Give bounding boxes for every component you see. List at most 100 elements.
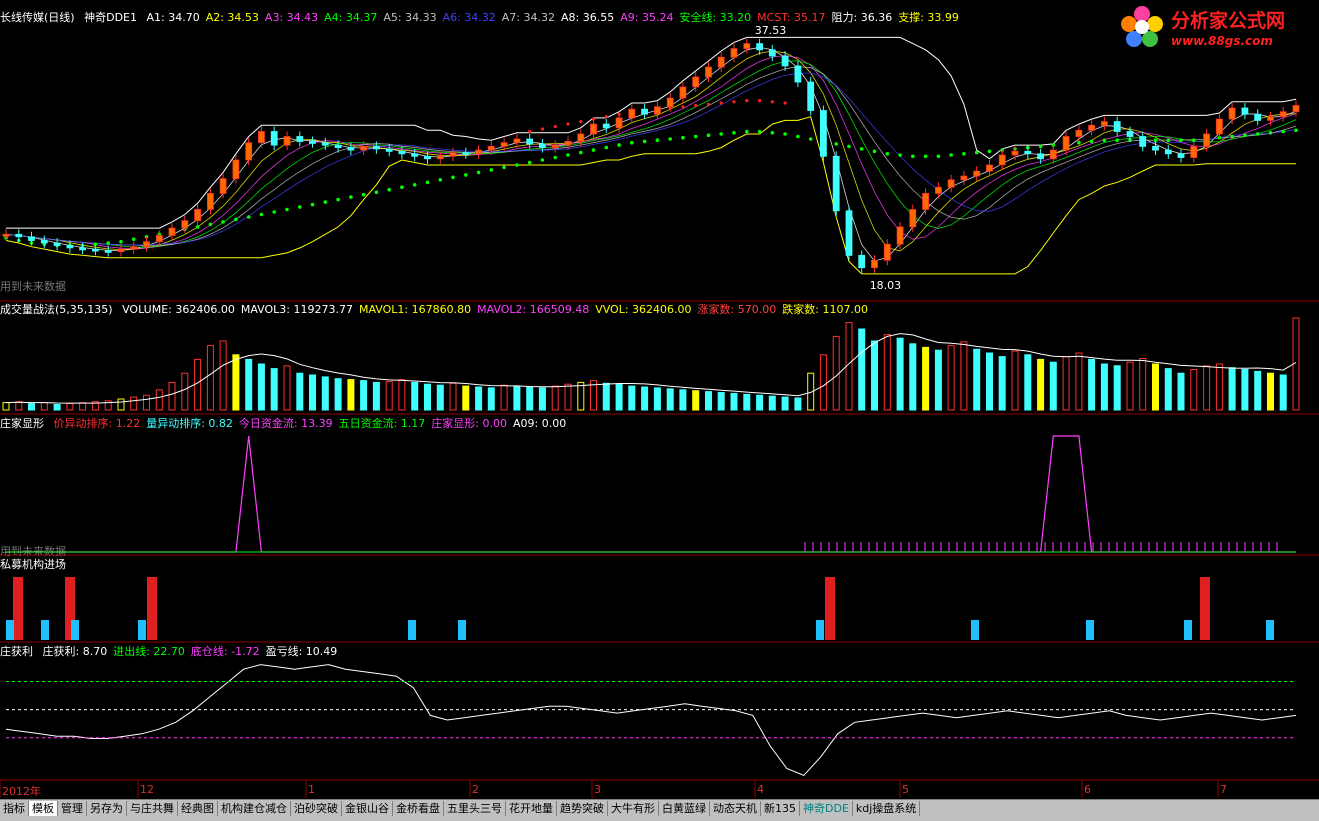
tab-6[interactable]: 机构建仓减仓: [218, 801, 291, 816]
candle-body: [743, 43, 751, 49]
safe-line-dot: [1268, 131, 1273, 135]
volume-bar: [334, 378, 342, 411]
volume-bar: [973, 348, 981, 411]
tab-1[interactable]: 模板: [29, 801, 58, 816]
template-tab-bar: 指标 模板 管理 另存为 与庄共舞 经典图 机构建仓减仓 泊砂突破 金银山谷 金桥看盘 五里头三号花…: [0, 799, 1319, 817]
volume-bar: [1100, 363, 1108, 411]
safe-line-dot: [783, 132, 787, 136]
tab-8[interactable]: 金银山谷: [342, 801, 393, 816]
candle-body: [104, 249, 112, 253]
candle-body: [15, 233, 23, 238]
volume-bar: [1267, 372, 1274, 411]
safe-line-dot: [757, 129, 762, 134]
candle-body: [526, 138, 534, 145]
candle-body: [347, 147, 355, 151]
safe-line-dot: [1243, 133, 1247, 137]
candle-body: [1216, 118, 1223, 135]
fund-blue-bar: [1266, 620, 1274, 640]
tab-9[interactable]: 金桥看盘: [393, 801, 444, 816]
tab-7[interactable]: 泊砂突破: [291, 801, 342, 816]
tab-13[interactable]: 大牛有形: [608, 801, 659, 816]
safe-line-dot: [872, 149, 877, 154]
volume-bar: [1152, 363, 1159, 411]
safe-line-dot: [349, 195, 353, 199]
tab-18[interactable]: kdj操盘系统: [853, 801, 921, 816]
safe-line-dot: [681, 135, 685, 140]
volume-bar: [781, 396, 789, 411]
volume-bar: [1203, 365, 1211, 411]
tab-15[interactable]: 动态天机: [710, 801, 761, 816]
candle-body: [194, 209, 202, 222]
volume-bar: [28, 403, 35, 411]
candle-body: [1011, 150, 1019, 156]
tab-2[interactable]: 管理: [58, 801, 87, 816]
volume-bar: [347, 379, 355, 411]
candle-body: [155, 235, 163, 243]
resistance-line: [6, 36, 1297, 229]
tab-14[interactable]: 白黄蓝绿: [659, 801, 710, 816]
safe-line-dot: [1089, 139, 1094, 144]
tab-11[interactable]: 花开地量: [506, 801, 557, 816]
volume-bar: [641, 386, 649, 411]
tab-12[interactable]: 趋势突破: [557, 801, 608, 816]
candle-body: [1241, 107, 1249, 115]
safe-line-dot: [412, 183, 417, 187]
candle-body: [1164, 149, 1172, 155]
tab-3[interactable]: 另存为: [87, 801, 127, 816]
volume-bar: [513, 385, 521, 411]
volume-bar: [743, 393, 751, 411]
candle-body: [705, 66, 712, 78]
candle-body: [321, 142, 329, 146]
safe-line-dot: [898, 153, 902, 157]
candle-body: [794, 65, 802, 83]
candle-body: [1254, 113, 1262, 121]
candle-body: [475, 149, 483, 155]
candle-body: [666, 97, 674, 108]
volume-bar: [424, 383, 431, 411]
candle-body: [935, 186, 942, 194]
fund-red-bar: [147, 577, 157, 640]
candle-body: [92, 248, 99, 252]
volume-bar: [79, 402, 87, 411]
mcst-dot: [681, 105, 685, 109]
safe-line-dot: [106, 241, 110, 245]
volume-bar: [398, 379, 406, 411]
safe-line-dot: [131, 237, 136, 241]
time-axis-label: 4: [757, 783, 764, 796]
mcst-dot: [579, 120, 583, 124]
volume-bar: [1062, 356, 1070, 411]
candle-body: [1177, 153, 1185, 158]
volume-bar: [998, 356, 1006, 411]
candle-body: [257, 131, 265, 144]
mcst-dot: [604, 115, 608, 119]
safe-line-dot: [1115, 138, 1119, 142]
safe-line-dot: [221, 220, 225, 224]
low-price-label: 18.03: [870, 279, 902, 292]
tab-16[interactable]: 新135: [761, 801, 800, 816]
volume-bar: [526, 386, 534, 411]
safe-line-dot: [438, 178, 443, 182]
fund-blue-bar: [71, 620, 79, 640]
volume-bar: [986, 352, 993, 411]
candle-body: [730, 48, 738, 58]
tab-4[interactable]: 与庄共舞: [127, 801, 178, 816]
safe-line-dot: [310, 202, 315, 207]
fund-blue-bar: [458, 620, 466, 640]
safe-line-dot: [655, 138, 660, 142]
tab-5[interactable]: 经典图: [178, 801, 218, 816]
tab-0[interactable]: 指标: [0, 801, 29, 816]
safe-line-dot: [770, 131, 775, 135]
mcst-dot: [770, 100, 774, 104]
chart-canvas[interactable]: 37.53 18.03: [0, 0, 1319, 800]
safe-line-dot: [796, 134, 800, 139]
candle-body: [334, 144, 342, 149]
candle-body: [1139, 136, 1147, 147]
tab-17[interactable]: 神奇DDE: [800, 801, 853, 816]
safe-line-dot: [642, 139, 647, 144]
candle-body: [947, 179, 955, 188]
candle-body: [960, 175, 968, 181]
volume-bar: [270, 368, 278, 411]
tab-10[interactable]: 五里头三号: [444, 801, 506, 816]
volume-bar: [653, 387, 661, 411]
candle-body: [768, 49, 776, 57]
